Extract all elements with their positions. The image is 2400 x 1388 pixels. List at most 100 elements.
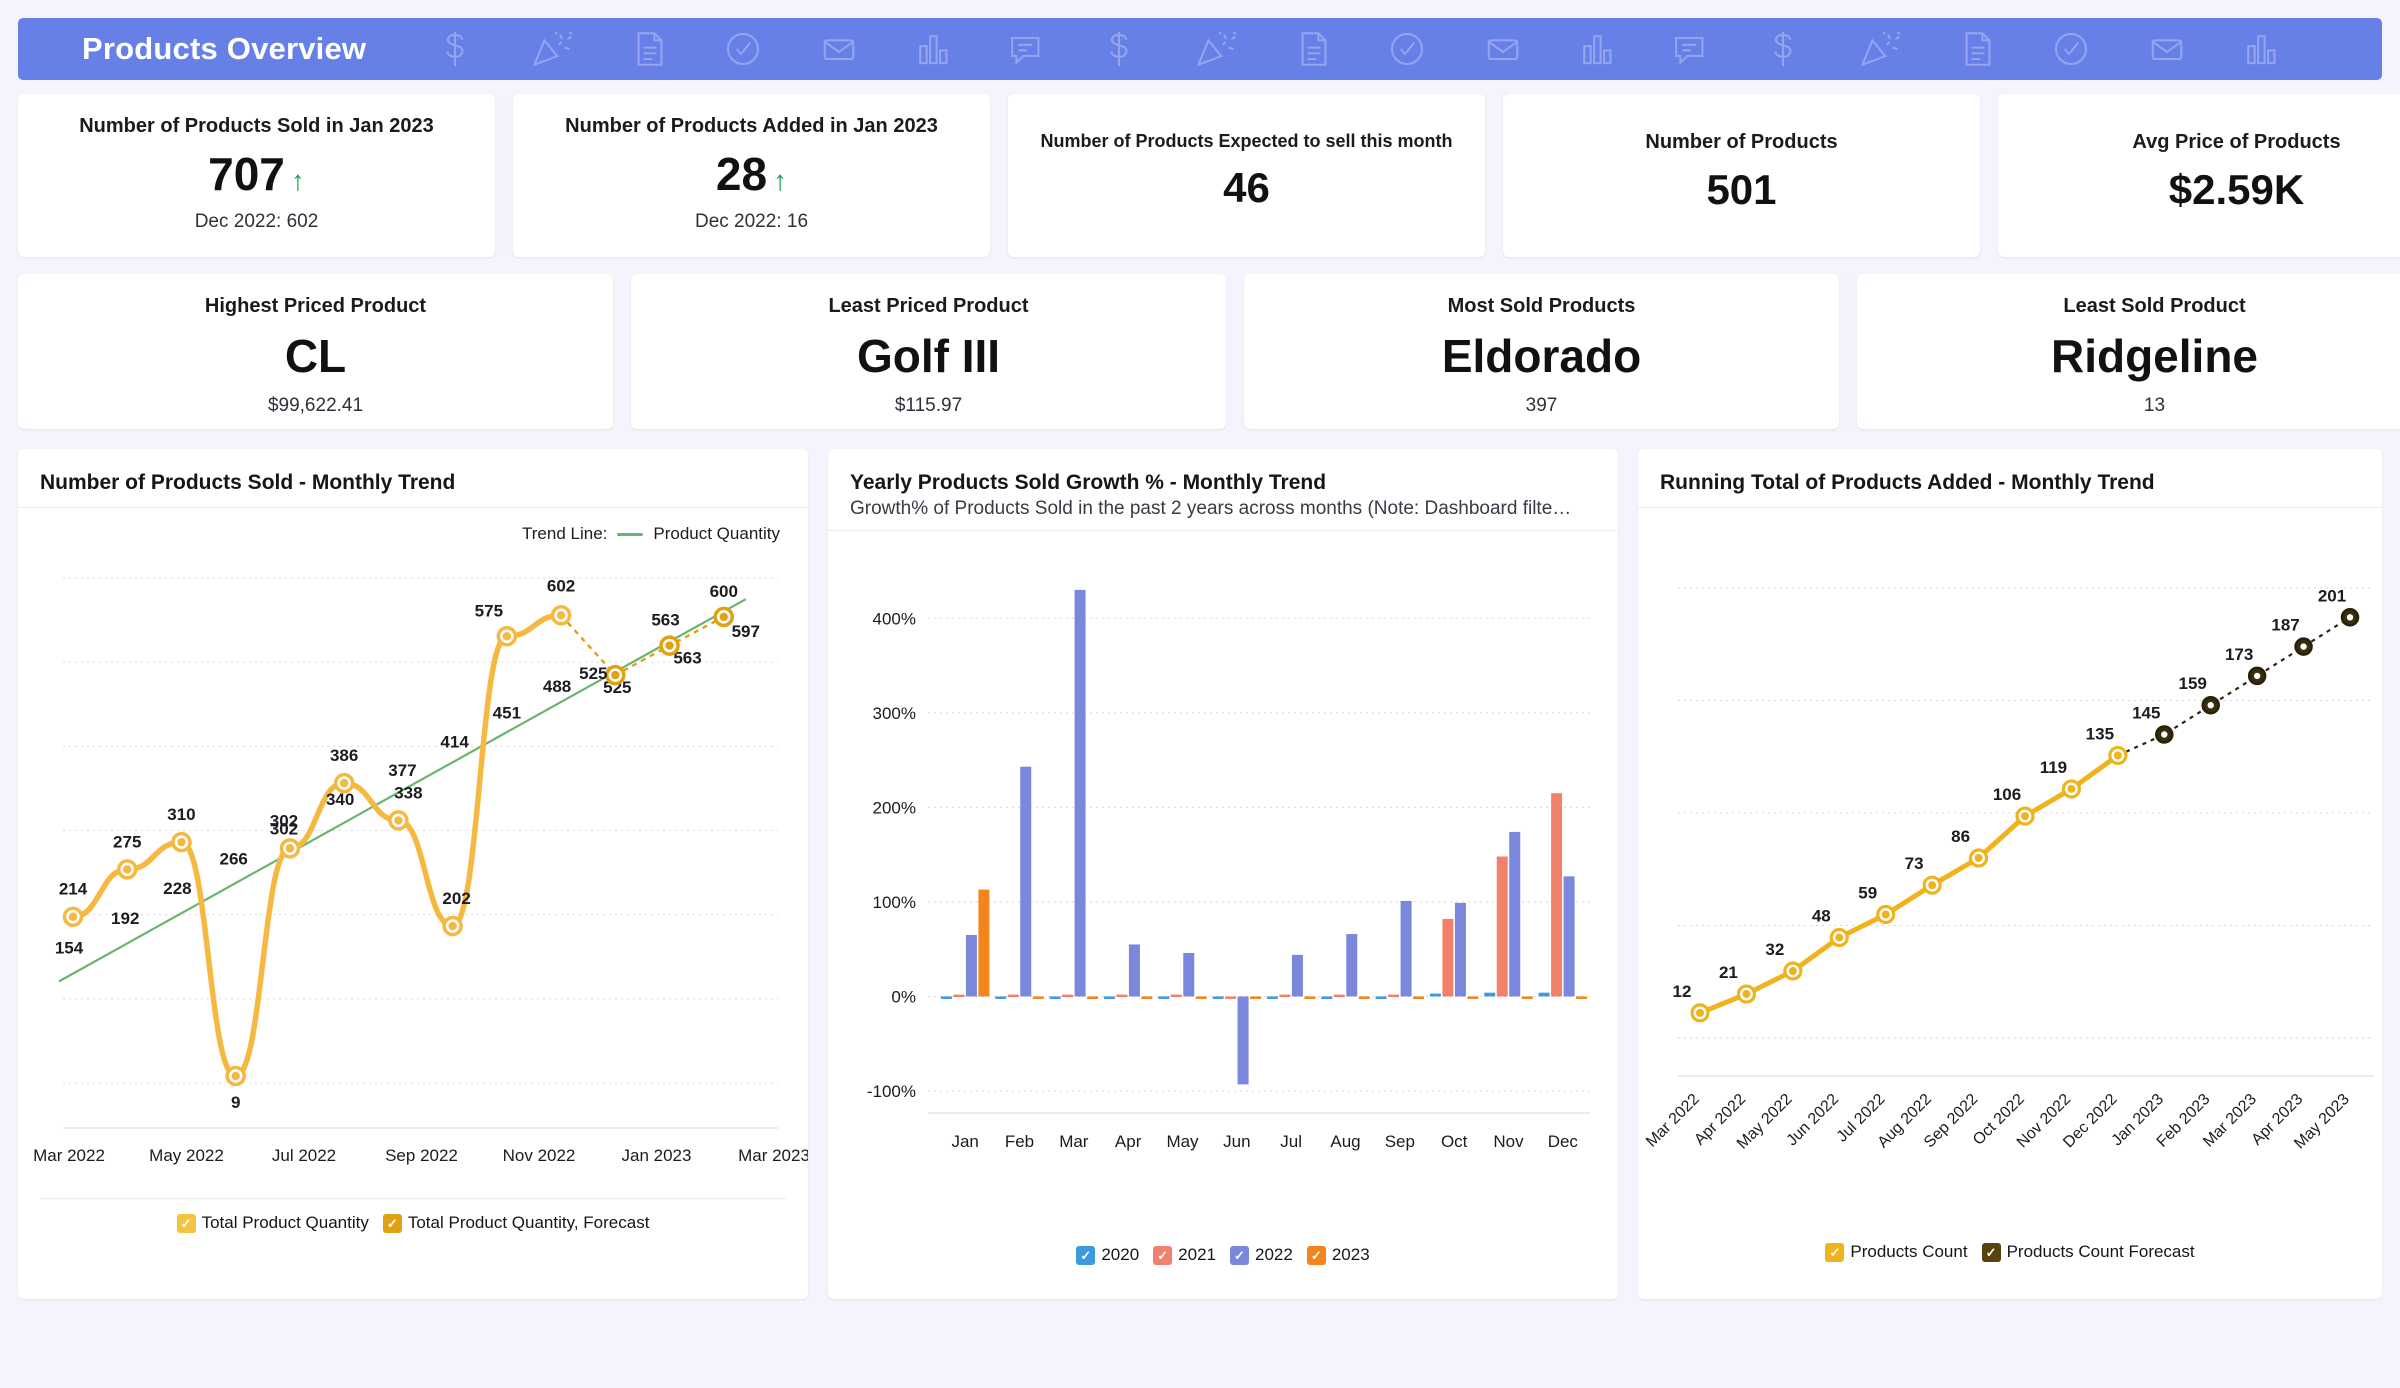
svg-text:Nov 2022: Nov 2022	[503, 1146, 576, 1165]
document-icon	[1301, 32, 1327, 66]
kpi-subtext: Dec 2022: 16	[694, 211, 809, 232]
svg-text:21: 21	[1719, 963, 1738, 982]
dashboard-header: Products Overview	[18, 18, 2382, 80]
legend-label: Total Product Quantity, Forecast	[407, 1213, 650, 1232]
legend-item-total-product-quantity[interactable]: ✓ Total Product Quantity	[176, 1213, 369, 1233]
svg-text:228: 228	[163, 879, 191, 898]
legend-checkbox[interactable]: ✓	[1306, 1245, 1326, 1265]
legend-item-2021[interactable]: ✓ 2021	[1153, 1245, 1216, 1265]
legend-item-2023[interactable]: ✓ 2023	[1306, 1245, 1370, 1265]
svg-text:173: 173	[2225, 645, 2253, 664]
kpi-card-number-of-products[interactable]: Number of Products 501	[1503, 94, 1980, 257]
legend-item-total-product-quantity-forecast[interactable]: ✓ Total Product Quantity, Forecast	[382, 1213, 650, 1233]
legend-checkbox[interactable]: ✓	[1981, 1242, 2001, 1262]
kpi-subtext: $99,622.41	[267, 395, 364, 416]
kpi-card-expected-to-sell[interactable]: Number of Products Expected to sell this…	[1008, 94, 1485, 257]
svg-text:302: 302	[270, 811, 298, 830]
page-title: Products Overview	[82, 31, 367, 66]
envelope-icon	[2151, 39, 2183, 60]
legend-checkbox[interactable]: ✓	[382, 1213, 402, 1233]
svg-text:Jan 2023: Jan 2023	[622, 1146, 692, 1165]
document-icon	[637, 32, 663, 66]
legend-label: 2021	[1178, 1245, 1216, 1264]
dashboard-page: Products Overview Number of Products Sol…	[0, 18, 2400, 1388]
svg-text:201: 201	[2318, 586, 2346, 605]
kpi-title: Avg Price of Products	[2132, 131, 2341, 153]
svg-text:106: 106	[1993, 785, 2021, 804]
svg-text:154: 154	[55, 938, 84, 957]
svg-text:340: 340	[326, 790, 354, 809]
kpi-card-least-priced[interactable]: Least Priced Product Golf III $115.97	[631, 274, 1226, 429]
panel-products-sold-trend: Number of Products Sold - Monthly Trend …	[18, 449, 808, 1299]
svg-text:275: 275	[113, 832, 141, 851]
kpi-card-most-sold[interactable]: Most Sold Products Eldorado 397	[1244, 274, 1839, 429]
svg-text:Mar 2022: Mar 2022	[33, 1146, 105, 1165]
trendline-legend-label: Trend Line:	[522, 524, 608, 543]
kpi-value: 46	[1223, 163, 1270, 211]
party-popper-icon	[532, 31, 573, 67]
kpi-title: Least Sold Product	[2063, 295, 2246, 317]
line-chart-products-sold[interactable]: 154 192 228 266 302 340 377 414 451 488 525 563 597 2…	[18, 508, 808, 1198]
svg-text:310: 310	[167, 805, 195, 824]
svg-text:187: 187	[2271, 616, 2299, 635]
kpi-value: Eldorado	[1441, 330, 1642, 382]
panel-subtitle: Growth% of Products Sold in the past 2 y…	[850, 498, 1572, 519]
dollar-icon	[1110, 31, 1128, 66]
legend-checkbox[interactable]: ✓	[1825, 1242, 1845, 1262]
kpi-value: $2.59K	[2168, 166, 2305, 213]
svg-text:451: 451	[493, 704, 521, 723]
svg-text:266: 266	[220, 849, 248, 868]
line-chart-running-total[interactable]: 12 21 32 48 59 73 86 106 119 135 145 159 173 187 201 Ma…	[1638, 508, 2382, 1228]
svg-text:400%: 400%	[873, 609, 916, 628]
kpi-card-products-sold[interactable]: Number of Products Sold in Jan 2023 707 …	[18, 94, 495, 257]
svg-text:32: 32	[1765, 940, 1784, 959]
kpi-title: Most Sold Products	[1447, 295, 1636, 317]
panel-header: Number of Products Sold - Monthly Trend	[18, 449, 808, 508]
svg-text:Mar: Mar	[1059, 1132, 1089, 1151]
chart-legend: ✓ 2020 ✓ 2021 ✓ 2022 ✓ 2023	[828, 1245, 1618, 1265]
legend-checkbox[interactable]: ✓	[176, 1213, 196, 1233]
legend-label: Total Product Quantity	[201, 1213, 369, 1232]
legend-item-2020[interactable]: ✓ 2020	[1076, 1245, 1139, 1265]
kpi-subtext: Dec 2022: 602	[194, 211, 319, 232]
svg-text:200%: 200%	[873, 798, 916, 817]
kpi-card-highest-priced[interactable]: Highest Priced Product CL $99,622.41	[18, 274, 613, 429]
svg-text:86: 86	[1951, 827, 1970, 846]
kpi-row-primary: Number of Products Sold in Jan 2023 707 …	[18, 94, 2400, 257]
svg-text:135: 135	[2086, 724, 2114, 743]
kpi-card-products-added[interactable]: Number of Products Added in Jan 2023 28 …	[513, 94, 990, 257]
kpi-title: Number of Products	[1645, 131, 1838, 153]
legend-label: 2020	[1101, 1245, 1140, 1264]
legend-checkbox[interactable]: ✓	[1153, 1245, 1173, 1265]
svg-text:Apr: Apr	[1115, 1132, 1142, 1151]
svg-text:488: 488	[543, 677, 571, 696]
svg-text:Dec: Dec	[1548, 1132, 1579, 1151]
svg-text:214: 214	[59, 880, 88, 899]
legend-item-products-count-forecast[interactable]: ✓ Products Count Forecast	[1981, 1242, 2195, 1262]
kpi-value: Golf III	[856, 330, 1001, 382]
svg-text:Jan: Jan	[951, 1132, 978, 1151]
legend-checkbox[interactable]: ✓	[1230, 1245, 1249, 1265]
kpi-subtext: $115.97	[894, 395, 963, 416]
bar-chart-growth-percent[interactable]: 400% 300% 200% 100% 0% -100% Jan Feb Mar Apr May Ju…	[828, 531, 1618, 1231]
legend-item-products-count[interactable]: ✓ Products Count	[1825, 1242, 1968, 1262]
svg-text:Feb: Feb	[1005, 1132, 1034, 1151]
svg-text:525: 525	[579, 664, 607, 683]
kpi-value: 707	[208, 148, 285, 200]
svg-text:Sep 2022: Sep 2022	[385, 1146, 458, 1165]
svg-text:Mar 2023: Mar 2023	[738, 1146, 808, 1165]
svg-text:Sep: Sep	[1385, 1132, 1415, 1151]
legend-item-2022[interactable]: ✓ 2022	[1230, 1245, 1293, 1265]
legend-checkbox[interactable]: ✓	[1076, 1245, 1096, 1265]
legend-label: 2022	[1255, 1245, 1293, 1264]
kpi-card-least-sold[interactable]: Least Sold Product Ridgeline 13	[1857, 274, 2400, 429]
kpi-card-avg-price[interactable]: Avg Price of Products $2.59K	[1998, 94, 2400, 257]
envelope-icon	[1487, 39, 1519, 60]
legend-label: Products Count Forecast	[2006, 1242, 2195, 1261]
svg-text:575: 575	[475, 601, 503, 620]
check-circle-icon	[2055, 33, 2087, 65]
svg-text:73: 73	[1905, 854, 1924, 873]
bar-chart-icon	[919, 35, 948, 65]
trend-up-arrow-icon: ↑	[773, 165, 788, 196]
svg-text:192: 192	[111, 909, 139, 928]
